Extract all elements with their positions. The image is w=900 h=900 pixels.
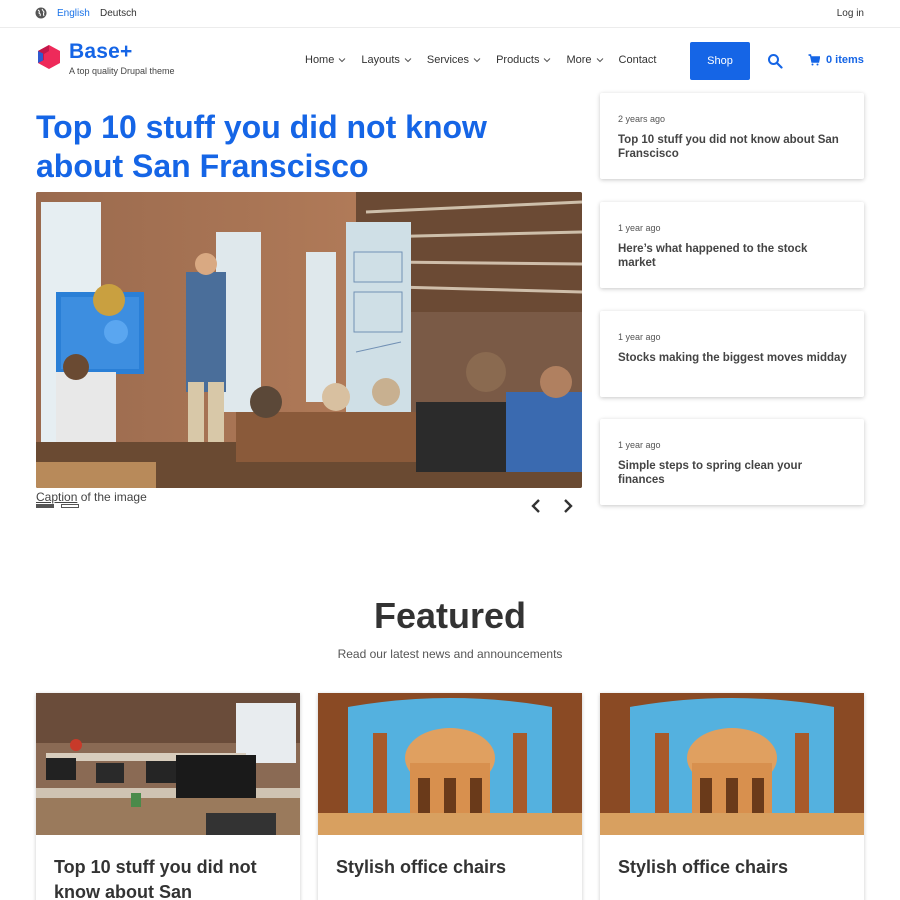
article-time: 1 year ago	[618, 440, 661, 450]
office-desks-image	[36, 693, 300, 835]
caption-text: of the image	[77, 490, 147, 504]
article-time: 1 year ago	[618, 332, 661, 342]
article-title[interactable]: Top 10 stuff you did not know about San …	[618, 133, 848, 161]
article-title[interactable]: Here’s what happened to the stock market	[618, 242, 848, 270]
featured-heading: Featured	[373, 595, 527, 636]
chevron-down-icon	[596, 58, 603, 63]
featured-card-title[interactable]: Stylish office chairs	[336, 855, 566, 880]
chevron-left-icon[interactable]	[528, 497, 544, 515]
nav-item-more[interactable]: More	[566, 54, 603, 66]
featured-card[interactable]: Stylish office chairs	[318, 693, 582, 900]
brand-name[interactable]: Base+	[69, 40, 132, 64]
side-article-card[interactable]: 2 years ago Top 10 stuff you did not kno…	[600, 93, 864, 179]
top-utility-bar: English Deutsch Log in	[0, 0, 900, 28]
hero-office-presentation-image[interactable]	[36, 192, 582, 488]
featured-card-title[interactable]: Stylish office chairs	[618, 855, 848, 880]
chevron-right-icon[interactable]	[560, 497, 576, 515]
nav-item-label: Products	[496, 54, 540, 66]
language-english-link[interactable]: English	[57, 8, 90, 19]
article-time: 1 year ago	[618, 223, 661, 233]
nav-item-products[interactable]: Products	[496, 54, 551, 66]
chevron-down-icon	[473, 58, 481, 63]
cart-count: 0 items	[826, 54, 864, 66]
image-caption: Caption of the image	[36, 490, 147, 504]
chevron-down-icon	[404, 58, 412, 63]
slider-pager	[36, 504, 79, 508]
palace-arches-image	[318, 693, 582, 835]
side-article-card[interactable]: 1 year ago Here’s what happened to the s…	[600, 202, 864, 288]
article-title[interactable]: Simple steps to spring clean your financ…	[618, 459, 848, 487]
featured-card[interactable]: Top 10 stuff you did not know about San	[36, 693, 300, 900]
nav-item-label: More	[566, 54, 592, 66]
side-article-card[interactable]: 1 year ago Simple steps to spring clean …	[600, 419, 864, 505]
slider-dot-1[interactable]	[36, 504, 54, 508]
nav-item-label: Services	[426, 54, 470, 66]
nav-item-layouts[interactable]: Layouts	[361, 54, 412, 66]
article-title[interactable]: Stocks making the biggest moves midday	[618, 351, 848, 365]
nav-item-home[interactable]: Home	[305, 54, 346, 66]
palace-arches-image	[600, 693, 864, 835]
nav-item-label: Layouts	[361, 54, 400, 66]
search-icon[interactable]	[767, 53, 783, 69]
chevron-down-icon	[544, 58, 551, 63]
language-deutsch-link[interactable]: Deutsch	[100, 8, 137, 19]
nav-item-contact[interactable]: Contact	[619, 54, 657, 66]
nav-item-label: Contact	[618, 54, 657, 66]
login-link[interactable]: Log in	[837, 8, 864, 19]
shopping-cart-icon	[808, 54, 820, 66]
site-header: Base+ A top quality Drupal theme Home La…	[0, 29, 900, 93]
side-article-card[interactable]: 1 year ago Stocks making the biggest mov…	[600, 311, 864, 397]
globe-icon	[35, 7, 47, 19]
featured-card[interactable]: Stylish office chairs	[600, 693, 864, 900]
main-navigation: Home Layouts Services Products More Cont…	[305, 54, 671, 66]
hero-article-title[interactable]: Top 10 stuff you did not know about San …	[36, 108, 556, 186]
nav-item-label: Home	[305, 54, 335, 66]
shop-button[interactable]: Shop	[690, 42, 750, 80]
chevron-down-icon	[338, 58, 346, 63]
featured-subheading: Read our latest news and announcements	[337, 647, 563, 661]
article-time: 2 years ago	[618, 114, 666, 124]
slider-dot-2[interactable]	[61, 504, 79, 508]
cart-link[interactable]: 0 items	[808, 54, 864, 66]
brand-tagline: A top quality Drupal theme	[69, 66, 175, 76]
logo-hexagon-icon[interactable]	[36, 44, 62, 70]
nav-item-services[interactable]: Services	[427, 54, 481, 66]
caption-link[interactable]: Caption	[36, 490, 77, 504]
featured-card-title[interactable]: Top 10 stuff you did not know about San	[54, 855, 284, 900]
